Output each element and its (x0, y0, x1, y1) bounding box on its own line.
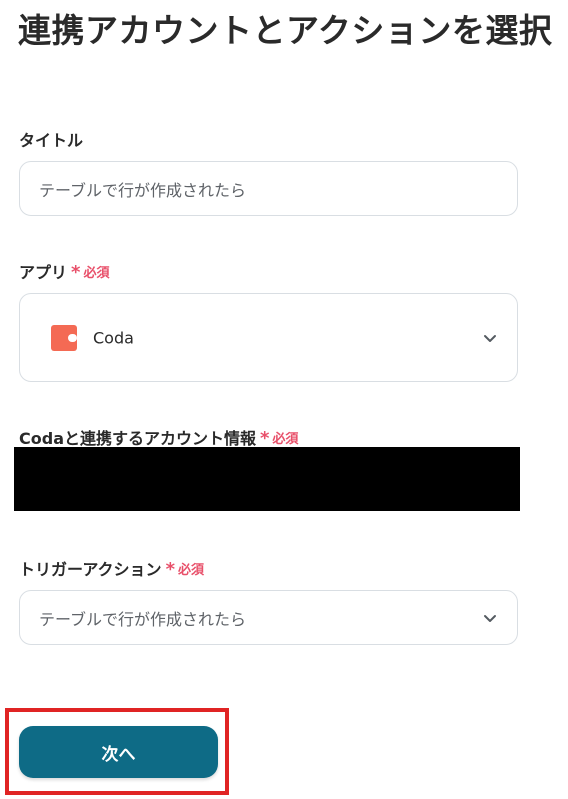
app-select[interactable]: Coda (19, 293, 518, 382)
app-select-value: Coda (93, 328, 134, 347)
title-input-value: テーブルで行が作成されたら (39, 180, 247, 200)
required-star: * (165, 559, 175, 580)
title-field-label: タイトル (19, 127, 83, 151)
chevron-down-icon (484, 614, 496, 622)
required-text: 必須 (177, 562, 204, 578)
title-field-label-text: タイトル (19, 131, 84, 150)
trigger-action-value: テーブルで行が作成されたら (39, 609, 247, 629)
trigger-field-label: トリガーアクション * 必須 (19, 556, 204, 580)
required-star: * (71, 262, 81, 283)
title-input[interactable]: テーブルで行が作成されたら (19, 161, 518, 216)
trigger-field-label-text: トリガーアクション (19, 560, 162, 579)
account-field-label-text: Codaと連携するアカウント情報 (19, 429, 256, 448)
account-select-redacted[interactable] (14, 447, 520, 511)
app-field-label: アプリ * 必須 (19, 259, 109, 283)
trigger-action-select[interactable]: テーブルで行が作成されたら (19, 590, 518, 645)
required-star: * (260, 428, 270, 449)
chevron-down-icon (484, 334, 496, 342)
app-field-label-text: アプリ (19, 263, 68, 282)
page: 連携アカウントとアクションを選択 タイトル テーブルで行が作成されたら アプリ … (0, 0, 568, 799)
required-text: 必須 (83, 265, 110, 281)
next-button[interactable]: 次へ (19, 726, 218, 778)
account-field-label: Codaと連携するアカウント情報 * 必須 (19, 425, 298, 449)
required-text: 必須 (272, 431, 299, 447)
coda-app-icon (51, 324, 77, 351)
page-title: 連携アカウントとアクションを選択 (18, 11, 553, 50)
